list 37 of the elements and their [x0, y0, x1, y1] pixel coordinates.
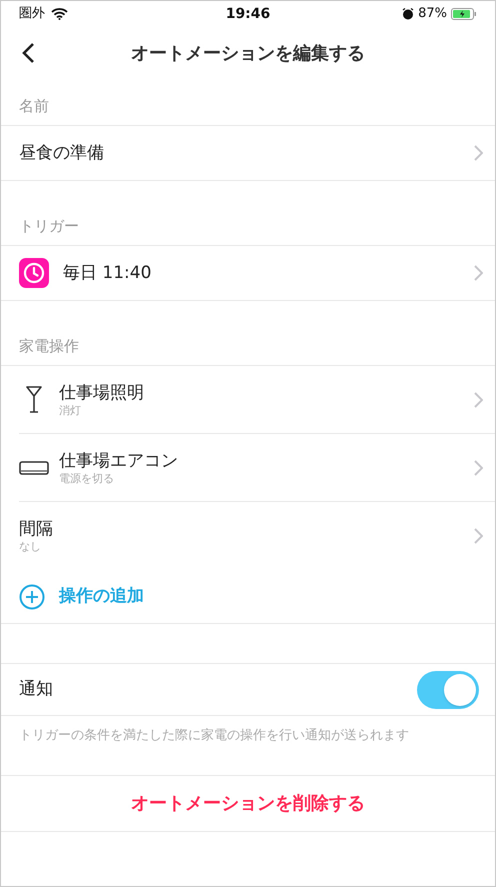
delete-automation-button[interactable]: オートメーションを削除する	[131, 790, 365, 817]
row-sublabel: 消灯	[59, 404, 82, 418]
notification-toggle[interactable]	[417, 670, 479, 708]
alarm-icon	[402, 8, 414, 20]
row-label: 仕事場照明	[59, 382, 145, 404]
section-header: 家電操作	[19, 336, 79, 356]
row-label: 昼食の準備	[19, 142, 105, 164]
chevron-right-icon	[474, 528, 483, 544]
row-label: 毎日 11:40	[63, 262, 152, 284]
row-label: 仕事場エアコン	[59, 450, 179, 472]
battery-charging-icon	[450, 8, 477, 20]
section-header: トリガー	[19, 216, 79, 236]
air-conditioner-icon	[19, 460, 49, 476]
status-time: 19:46	[226, 4, 270, 24]
list-row[interactable]: 毎日 11:40	[19, 246, 495, 300]
carrier-text: 圏外	[19, 5, 45, 24]
list-row[interactable]: 間隔 なし	[19, 502, 495, 570]
wifi-icon	[51, 8, 68, 20]
row-sublabel: 電源を切る	[59, 472, 115, 486]
lamp-icon	[26, 384, 42, 414]
chevron-right-icon	[474, 265, 483, 281]
list-row[interactable]: 仕事場エアコン 電源を切る	[19, 434, 495, 502]
battery-percent: 87%	[418, 5, 447, 24]
chevron-right-icon	[474, 145, 483, 161]
list-row[interactable]: 仕事場照明 消灯	[19, 366, 495, 434]
row-label: 間隔	[19, 518, 54, 540]
section-header: 名前	[19, 96, 49, 116]
page-title: オートメーションを編集する	[131, 42, 365, 66]
row-sublabel: なし	[19, 540, 42, 554]
clock-icon	[19, 258, 49, 288]
list-row[interactable]: 昼食の準備	[19, 126, 495, 180]
back-chevron-icon	[22, 42, 34, 64]
notification-label: 通知	[19, 678, 53, 701]
notification-note: トリガーの条件を満たした際に家電の操作を行い通知が送られます	[19, 728, 409, 743]
chevron-right-icon	[474, 392, 483, 408]
chevron-right-icon	[474, 460, 483, 476]
add-icon	[19, 584, 45, 610]
